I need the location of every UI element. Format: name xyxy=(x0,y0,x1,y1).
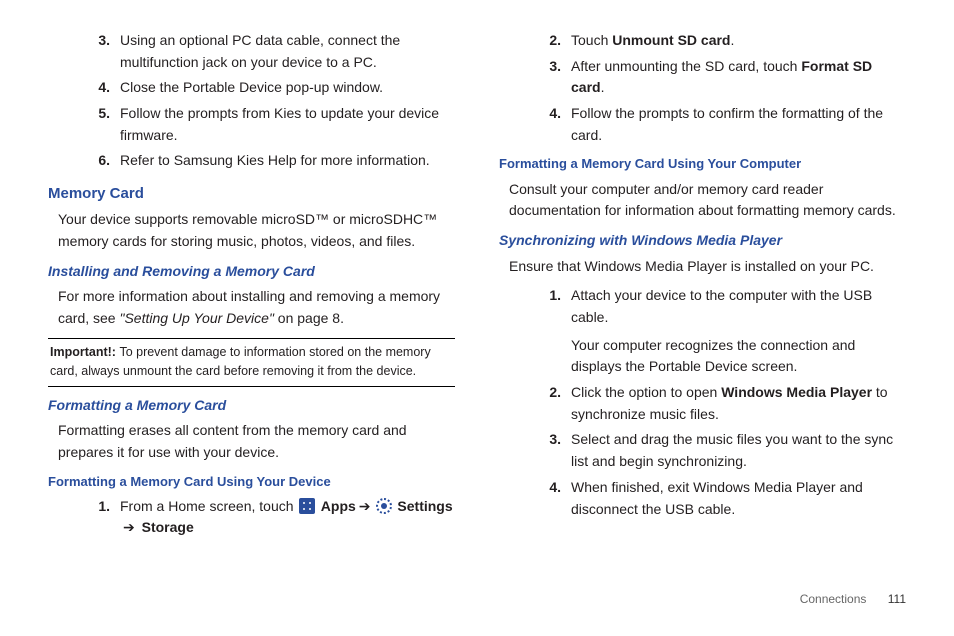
text: on page 8. xyxy=(274,310,344,326)
text: From a Home screen, touch xyxy=(120,498,297,514)
heading-memory-card: Memory Card xyxy=(48,182,455,205)
ui-element: Unmount SD card xyxy=(612,32,730,48)
list-item: 3.Using an optional PC data cable, conne… xyxy=(84,30,455,73)
list-item: 4.Follow the prompts to confirm the form… xyxy=(535,103,906,146)
text: . xyxy=(601,79,605,95)
step-number: 4. xyxy=(535,477,571,520)
step-text: Touch Unmount SD card. xyxy=(571,30,906,52)
list-item: 2.Click the option to open Windows Media… xyxy=(535,382,906,425)
step-number: 2. xyxy=(535,382,571,425)
step-text: When finished, exit Windows Media Player… xyxy=(571,477,906,520)
list-item: 1.Attach your device to the computer wit… xyxy=(535,285,906,378)
paragraph: Your device supports removable microSD™ … xyxy=(58,209,455,252)
heading-sync: Synchronizing with Windows Media Player xyxy=(499,230,906,252)
right-column: 2.Touch Unmount SD card. 3.After unmount… xyxy=(499,26,906,636)
step-number: 2. xyxy=(535,30,571,52)
text: Touch xyxy=(571,32,612,48)
step-number: 1. xyxy=(84,496,120,539)
heading-install-remove: Installing and Removing a Memory Card xyxy=(48,261,455,283)
page-number: 111 xyxy=(888,592,906,606)
step-text: After unmounting the SD card, touch Form… xyxy=(571,56,906,99)
step-text: Refer to Samsung Kies Help for more info… xyxy=(120,150,455,172)
ui-element: Windows Media Player xyxy=(721,384,872,400)
step-text: From a Home screen, touch Apps➔ Settings… xyxy=(120,496,455,539)
step-text: Using an optional PC data cable, connect… xyxy=(120,30,455,73)
storage-label: Storage xyxy=(138,519,194,535)
list-item: 1. From a Home screen, touch Apps➔ Setti… xyxy=(84,496,455,539)
step-number: 3. xyxy=(535,56,571,99)
list-item: 3.After unmounting the SD card, touch Fo… xyxy=(535,56,906,99)
text: Attach your device to the computer with … xyxy=(571,285,906,328)
list-item: 2.Touch Unmount SD card. xyxy=(535,30,906,52)
text: Your computer recognizes the connection … xyxy=(571,335,906,378)
paragraph: For more information about installing an… xyxy=(58,286,455,329)
list-item: 6.Refer to Samsung Kies Help for more in… xyxy=(84,150,455,172)
step-text: Close the Portable Device pop-up window. xyxy=(120,77,455,99)
important-label: Important!: xyxy=(50,345,119,359)
step-number: 1. xyxy=(535,285,571,378)
settings-icon xyxy=(376,498,392,514)
paragraph: Ensure that Windows Media Player is inst… xyxy=(509,256,906,278)
text: . xyxy=(730,32,734,48)
list-item: 5.Follow the prompts from Kies to update… xyxy=(84,103,455,146)
reference-quote: "Setting Up Your Device" xyxy=(119,310,273,326)
heading-format-device: Formatting a Memory Card Using Your Devi… xyxy=(48,472,455,492)
apps-icon xyxy=(299,498,315,514)
step-number: 3. xyxy=(535,429,571,472)
arrow-icon: ➔ xyxy=(356,498,374,514)
heading-format: Formatting a Memory Card xyxy=(48,395,455,417)
step-text: Click the option to open Windows Media P… xyxy=(571,382,906,425)
text: Click the option to open xyxy=(571,384,721,400)
heading-format-computer: Formatting a Memory Card Using Your Comp… xyxy=(499,154,906,174)
step-text: Attach your device to the computer with … xyxy=(571,285,906,378)
step-text: Select and drag the music files you want… xyxy=(571,429,906,472)
list-item: 4.Close the Portable Device pop-up windo… xyxy=(84,77,455,99)
step-text: Follow the prompts to confirm the format… xyxy=(571,103,906,146)
important-note: Important!: To prevent damage to informa… xyxy=(48,338,455,387)
list-item: 3.Select and drag the music files you wa… xyxy=(535,429,906,472)
step-number: 6. xyxy=(84,150,120,172)
step-number: 4. xyxy=(535,103,571,146)
page-footer: Connections 111 xyxy=(800,592,906,606)
step-text: Follow the prompts from Kies to update y… xyxy=(120,103,455,146)
paragraph: Consult your computer and/or memory card… xyxy=(509,179,906,222)
apps-label: Apps xyxy=(317,498,355,514)
paragraph: Formatting erases all content from the m… xyxy=(58,420,455,463)
settings-label: Settings xyxy=(394,498,453,514)
section-name: Connections xyxy=(800,592,867,606)
arrow-icon: ➔ xyxy=(120,519,138,535)
manual-page: 3.Using an optional PC data cable, conne… xyxy=(0,0,954,636)
left-column: 3.Using an optional PC data cable, conne… xyxy=(48,26,455,636)
list-item: 4.When finished, exit Windows Media Play… xyxy=(535,477,906,520)
step-number: 4. xyxy=(84,77,120,99)
step-number: 5. xyxy=(84,103,120,146)
step-number: 3. xyxy=(84,30,120,73)
text: After unmounting the SD card, touch xyxy=(571,58,801,74)
